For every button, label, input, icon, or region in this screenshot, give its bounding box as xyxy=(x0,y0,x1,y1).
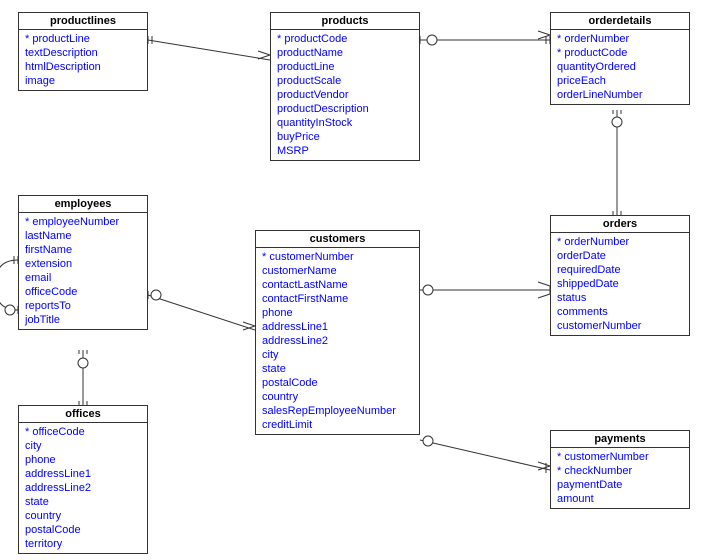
entity-customers: customers customerNumber customerName co… xyxy=(255,230,420,435)
field-addressLine1-off: addressLine1 xyxy=(25,467,141,481)
entity-customers-body: customerNumber customerName contactLastN… xyxy=(256,248,419,434)
field-city-off: city xyxy=(25,439,141,453)
field-addressLine1-cust: addressLine1 xyxy=(262,320,413,334)
entity-products: products productCode productName product… xyxy=(270,12,420,161)
field-contactLastName: contactLastName xyxy=(262,278,413,292)
field-state-off: state xyxy=(25,495,141,509)
entity-orderdetails-title: orderdetails xyxy=(551,13,689,30)
entity-orders: orders orderNumber orderDate requiredDat… xyxy=(550,215,690,336)
entity-products-title: products xyxy=(271,13,419,30)
field-paymentDate: paymentDate xyxy=(557,478,683,492)
field-productDescription: productDescription xyxy=(277,102,413,116)
field-reportsTo: reportsTo xyxy=(25,299,141,313)
field-textDescription: textDescription xyxy=(25,46,141,60)
field-priceEach: priceEach xyxy=(557,74,683,88)
field-productLine: productLine xyxy=(25,32,141,46)
field-shippedDate: shippedDate xyxy=(557,277,683,291)
entity-employees: employees employeeNumber lastName firstN… xyxy=(18,195,148,330)
field-creditLimit: creditLimit xyxy=(262,418,413,432)
field-employeeNumber: employeeNumber xyxy=(25,215,141,229)
field-customerNumber-p: customerNumber xyxy=(557,450,683,464)
field-htmlDescription: htmlDescription xyxy=(25,60,141,74)
field-officeCode: officeCode xyxy=(25,425,141,439)
field-status: status xyxy=(557,291,683,305)
field-country-cust: country xyxy=(262,390,413,404)
field-productCode-od: productCode xyxy=(557,46,683,60)
field-territory: territory xyxy=(25,537,141,551)
field-amount: amount xyxy=(557,492,683,506)
field-productName: productName xyxy=(277,46,413,60)
field-salesRepEmployeeNumber: salesRepEmployeeNumber xyxy=(262,404,413,418)
field-productCode: productCode xyxy=(277,32,413,46)
field-lastName: lastName xyxy=(25,229,141,243)
entity-offices: offices officeCode city phone addressLin… xyxy=(18,405,148,554)
field-extension: extension xyxy=(25,257,141,271)
entity-payments: payments customerNumber checkNumber paym… xyxy=(550,430,690,509)
entity-orderdetails-body: orderNumber productCode quantityOrdered … xyxy=(551,30,689,104)
entity-orders-title: orders xyxy=(551,216,689,233)
entity-offices-body: officeCode city phone addressLine1 addre… xyxy=(19,423,147,553)
field-officeCode-emp: officeCode xyxy=(25,285,141,299)
field-quantityOrdered: quantityOrdered xyxy=(557,60,683,74)
entity-orders-body: orderNumber orderDate requiredDate shipp… xyxy=(551,233,689,335)
field-firstName: firstName xyxy=(25,243,141,257)
entity-productlines-body: productLine textDescription htmlDescript… xyxy=(19,30,147,90)
field-customerName: customerName xyxy=(262,264,413,278)
field-orderNumber-od: orderNumber xyxy=(557,32,683,46)
entity-employees-title: employees xyxy=(19,196,147,213)
entity-payments-body: customerNumber checkNumber paymentDate a… xyxy=(551,448,689,508)
field-phone-cust: phone xyxy=(262,306,413,320)
entity-products-body: productCode productName productLine prod… xyxy=(271,30,419,160)
field-MSRP: MSRP xyxy=(277,144,413,158)
field-orderNumber-o: orderNumber xyxy=(557,235,683,249)
field-checkNumber: checkNumber xyxy=(557,464,683,478)
field-customerNumber: customerNumber xyxy=(262,250,413,264)
field-customerNumber-o: customerNumber xyxy=(557,319,683,333)
field-city-cust: city xyxy=(262,348,413,362)
field-requiredDate: requiredDate xyxy=(557,263,683,277)
field-email: email xyxy=(25,271,141,285)
entity-productlines: productlines productLine textDescription… xyxy=(18,12,148,91)
erd-diagram: productlines productLine textDescription… xyxy=(0,0,701,560)
entity-employees-body: employeeNumber lastName firstName extens… xyxy=(19,213,147,329)
field-orderLineNumber: orderLineNumber xyxy=(557,88,683,102)
field-addressLine2-cust: addressLine2 xyxy=(262,334,413,348)
field-productVendor: productVendor xyxy=(277,88,413,102)
field-jobTitle: jobTitle xyxy=(25,313,141,327)
entity-customers-title: customers xyxy=(256,231,419,248)
field-buyPrice: buyPrice xyxy=(277,130,413,144)
field-postalCode-cust: postalCode xyxy=(262,376,413,390)
entity-orderdetails: orderdetails orderNumber productCode qua… xyxy=(550,12,690,105)
entity-offices-title: offices xyxy=(19,406,147,423)
field-quantityInStock: quantityInStock xyxy=(277,116,413,130)
field-phone-off: phone xyxy=(25,453,141,467)
field-state-cust: state xyxy=(262,362,413,376)
field-country-off: country xyxy=(25,509,141,523)
field-contactFirstName: contactFirstName xyxy=(262,292,413,306)
field-postalCode-off: postalCode xyxy=(25,523,141,537)
field-addressLine2-off: addressLine2 xyxy=(25,481,141,495)
field-image: image xyxy=(25,74,141,88)
entity-payments-title: payments xyxy=(551,431,689,448)
field-productLine: productLine xyxy=(277,60,413,74)
field-productScale: productScale xyxy=(277,74,413,88)
entity-productlines-title: productlines xyxy=(19,13,147,30)
field-comments: comments xyxy=(557,305,683,319)
field-orderDate: orderDate xyxy=(557,249,683,263)
